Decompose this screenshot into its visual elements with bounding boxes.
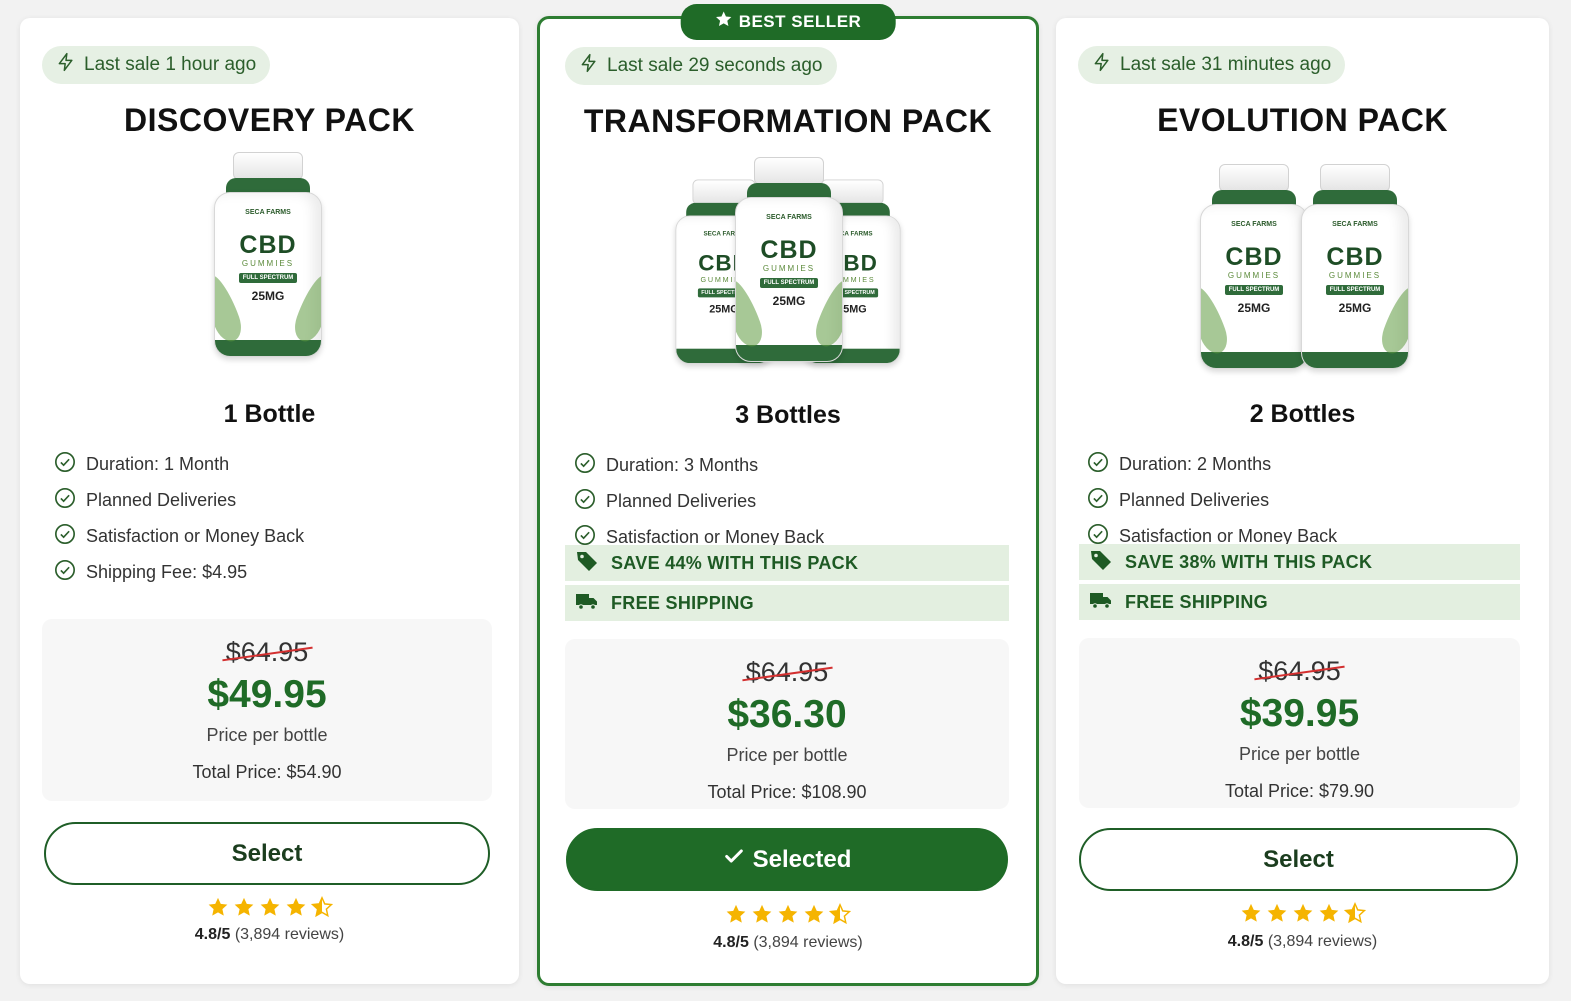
- price-box: $64.95 $49.95 Price per bottle Total Pri…: [42, 619, 492, 801]
- bottle-count: 1 Bottle: [223, 400, 316, 428]
- feature-item: Satisfaction or Money Back: [54, 518, 304, 554]
- pack-title: TRANSFORMATION PACK: [583, 103, 993, 139]
- current-price: $39.95: [1239, 692, 1360, 735]
- product-image: SECA FARMS CBD GUMMIES FULL SPECTRUM 25M…: [540, 153, 1036, 364]
- star-icon: [803, 903, 825, 930]
- lightning-icon: [579, 53, 599, 79]
- bottle-image: SECA FARMS CBD GUMMIES FULL SPECTRUM 25M…: [1196, 164, 1312, 374]
- check-circle-icon: [54, 523, 76, 550]
- old-price: $64.95: [745, 657, 829, 687]
- price-box: $64.95 $39.95 Price per bottle Total Pri…: [1079, 638, 1520, 808]
- pack-title: EVOLUTION PACK: [1157, 102, 1448, 138]
- checkmark-icon: [723, 845, 745, 874]
- select-button[interactable]: Select: [44, 822, 490, 885]
- lightning-icon: [56, 52, 76, 78]
- shipping-promo-bar: FREE SHIPPING: [565, 585, 1009, 621]
- total-price: Total Price: $79.90: [1224, 781, 1375, 801]
- feature-list: Duration: 3 Months Planned Deliveries Sa…: [574, 447, 824, 555]
- bottle-spectrum: FULL SPECTRUM: [239, 273, 297, 283]
- star-icon: [777, 903, 799, 930]
- tag-icon: [575, 549, 599, 578]
- select-button[interactable]: Select: [1079, 828, 1518, 891]
- check-circle-icon: [574, 452, 596, 479]
- check-circle-icon: [54, 451, 76, 478]
- star-icon: [285, 896, 307, 923]
- feature-list: Duration: 1 Month Planned Deliveries Sat…: [54, 446, 304, 590]
- star-icon: [1240, 902, 1262, 929]
- old-price: $64.95: [225, 637, 309, 667]
- feature-item: Duration: 3 Months: [574, 447, 824, 483]
- feature-item: Planned Deliveries: [1087, 482, 1337, 518]
- bottle-image: SECA FARMS CBD GUMMIES FULL SPECTRUM 25M…: [731, 157, 847, 367]
- rating-text: 4.8/5 (3,894 reviews): [713, 934, 863, 951]
- save-promo-bar: SAVE 38% WITH THIS PACK: [1079, 544, 1520, 580]
- pack-title: DISCOVERY PACK: [124, 102, 415, 138]
- best-seller-badge: BEST SELLER: [680, 4, 896, 40]
- per-bottle-label: Price per bottle: [1238, 744, 1361, 764]
- check-circle-icon: [54, 559, 76, 586]
- per-bottle-label: Price per bottle: [206, 725, 328, 745]
- star-icon: [751, 903, 773, 930]
- price-box: $64.95 $36.30 Price per bottle Total Pri…: [565, 639, 1009, 809]
- feature-list: Duration: 2 Months Planned Deliveries Sa…: [1087, 446, 1337, 554]
- bottle-image: SECA FARMS CBD GUMMIES FULL SPECTRUM 25M…: [210, 152, 326, 362]
- feature-item: Duration: 1 Month: [54, 446, 304, 482]
- truck-icon: [575, 589, 599, 618]
- current-price: $49.95: [207, 673, 327, 716]
- total-price: Total Price: $108.90: [707, 782, 867, 802]
- star-icon: [233, 896, 255, 923]
- shipping-promo-bar: FREE SHIPPING: [1079, 584, 1520, 620]
- bottle-name: CBD: [239, 231, 297, 259]
- current-price: $36.30: [727, 693, 847, 736]
- total-price: Total Price: $54.90: [192, 762, 342, 782]
- pack-card-transformation: BEST SELLER Last sale 29 seconds ago TRA…: [537, 4, 1039, 986]
- last-sale-badge: Last sale 29 seconds ago: [565, 47, 837, 85]
- feature-item: Duration: 2 Months: [1087, 446, 1337, 482]
- star-half-icon: [1343, 902, 1366, 929]
- selected-button[interactable]: Selected: [566, 828, 1008, 891]
- check-circle-icon: [54, 487, 76, 514]
- star-icon: [207, 896, 229, 923]
- tag-icon: [1089, 548, 1113, 577]
- truck-icon: [1089, 588, 1113, 617]
- star-rating: [20, 896, 519, 923]
- last-sale-badge: Last sale 1 hour ago: [42, 46, 271, 84]
- bottle-brand: SECA FARMS: [245, 209, 291, 216]
- star-icon: [725, 903, 747, 930]
- pack-card-discovery: Last sale 1 hour ago DISCOVERY PACK SECA…: [20, 18, 519, 984]
- pack-card-evolution: Last sale 31 minutes ago EVOLUTION PACK …: [1056, 18, 1549, 984]
- star-half-icon: [310, 896, 333, 923]
- feature-item: Shipping Fee: $4.95: [54, 554, 304, 590]
- star-icon: [259, 896, 281, 923]
- bottle-count: 2 Bottles: [1249, 400, 1356, 428]
- lightning-icon: [1092, 52, 1112, 78]
- save-promo-bar: SAVE 44% WITH THIS PACK: [565, 545, 1009, 581]
- star-icon: [715, 10, 733, 33]
- star-icon: [1266, 902, 1288, 929]
- star-half-icon: [828, 903, 852, 930]
- rating-text: 4.8/5 (3,894 reviews): [194, 926, 345, 943]
- old-price: $64.95: [1258, 656, 1341, 686]
- star-icon: [1318, 902, 1340, 929]
- last-sale-badge: Last sale 31 minutes ago: [1078, 46, 1346, 84]
- star-rating: [1056, 902, 1549, 929]
- feature-item: Planned Deliveries: [54, 482, 304, 518]
- last-sale-text: Last sale 31 minutes ago: [1120, 54, 1332, 75]
- star-rating: [540, 903, 1036, 930]
- check-circle-icon: [1087, 451, 1109, 478]
- last-sale-text: Last sale 1 hour ago: [84, 54, 257, 75]
- star-icon: [1292, 902, 1314, 929]
- product-image: SECA FARMS CBD GUMMIES FULL SPECTRUM 25M…: [20, 152, 519, 362]
- check-circle-icon: [574, 488, 596, 515]
- bottle-count: 3 Bottles: [735, 401, 841, 429]
- per-bottle-label: Price per bottle: [726, 745, 848, 765]
- product-image: SECA FARMS CBD GUMMIES FULL SPECTRUM 25M…: [1056, 152, 1549, 369]
- check-circle-icon: [1087, 487, 1109, 514]
- bottle-dose: 25MG: [251, 289, 285, 303]
- rating-text: 4.8/5 (3,894 reviews): [1227, 933, 1378, 950]
- bottle-sub: GUMMIES: [241, 259, 295, 268]
- feature-item: Planned Deliveries: [574, 483, 824, 519]
- bottle-image: SECA FARMS CBD GUMMIES FULL SPECTRUM 25M…: [1297, 164, 1413, 374]
- last-sale-text: Last sale 29 seconds ago: [607, 55, 823, 76]
